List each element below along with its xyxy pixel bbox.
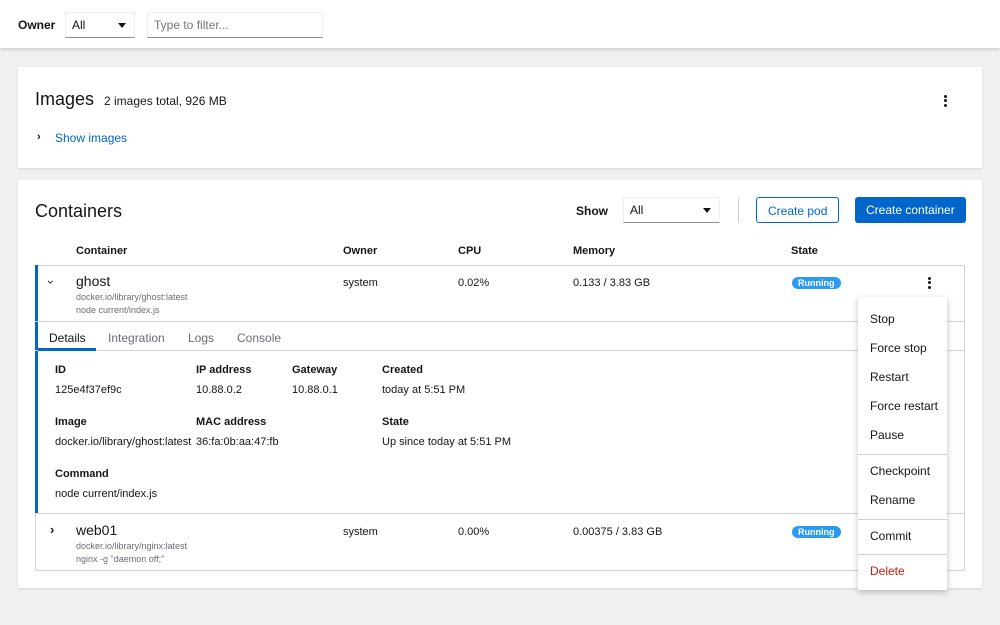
memory-cell: 0.133 / 3.83 GB (573, 277, 651, 289)
filter-input[interactable] (147, 12, 323, 38)
cpu-cell: 0.02% (458, 277, 490, 289)
tab-logs[interactable]: Logs (188, 331, 214, 345)
col-state: State (791, 245, 818, 257)
containers-title: Containers (35, 201, 123, 221)
command-label: Command (55, 468, 109, 480)
owner-select[interactable]: All (65, 12, 135, 38)
show-select[interactable]: All (623, 197, 720, 223)
owner-cell: system (343, 526, 378, 538)
menu-item-rename[interactable]: Rename (870, 493, 915, 507)
gateway-label: Gateway (292, 364, 338, 376)
menu-divider (858, 554, 947, 555)
show-images-link[interactable]: Show images (55, 131, 127, 145)
menu-item-force-restart[interactable]: Force restart (870, 399, 938, 413)
command-value: node current/index.js (55, 488, 158, 500)
container-command: nginx -g "daemon off;" (76, 554, 165, 564)
table-row[interactable]: › web01 docker.io/library/nginx:latest n… (35, 513, 965, 570)
show-label: Show (576, 204, 608, 218)
status-badge: Running (792, 526, 841, 538)
images-kebab-icon[interactable] (944, 93, 947, 108)
ip-label: IP address (196, 364, 252, 376)
owner-cell: system (343, 277, 378, 289)
menu-item-force-stop[interactable]: Force stop (870, 341, 927, 355)
create-container-button[interactable]: Create container (855, 197, 966, 223)
containers-card: Containers Show All Create pod Create co… (18, 180, 982, 588)
images-summary: 2 images total, 926 MB (104, 94, 227, 108)
state-value: Up since today at 5:51 PM (382, 436, 512, 448)
owner-label: Owner (18, 18, 56, 32)
detail-tabs: Details Integration Logs Console (35, 322, 965, 351)
tab-console[interactable]: Console (237, 331, 281, 345)
image-label: Image (55, 416, 87, 428)
container-actions-menu: Stop Force stop Restart Force restart Pa… (858, 297, 947, 590)
chevron-down-icon[interactable]: › (44, 280, 58, 284)
container-image: docker.io/library/nginx:latest (76, 541, 188, 551)
col-memory: Memory (573, 245, 616, 257)
container-name: web01 (76, 522, 118, 538)
memory-cell: 0.00375 / 3.83 GB (573, 526, 663, 538)
caret-down-icon (703, 208, 711, 213)
menu-divider (858, 519, 947, 520)
menu-item-checkpoint[interactable]: Checkpoint (870, 464, 930, 478)
menu-divider (858, 454, 947, 455)
create-pod-button[interactable]: Create pod (756, 197, 840, 223)
menu-item-restart[interactable]: Restart (870, 370, 909, 384)
menu-item-delete[interactable]: Delete (870, 564, 905, 578)
state-label: State (382, 416, 409, 428)
status-badge: Running (792, 277, 841, 289)
chevron-right-icon[interactable]: › (50, 522, 54, 537)
images-title: Images (35, 89, 95, 109)
owner-value: All (72, 18, 86, 32)
caret-down-icon (118, 23, 126, 28)
id-value: 125e4f37ef9c (55, 384, 122, 396)
gateway-value: 10.88.0.1 (292, 384, 338, 396)
menu-item-pause[interactable]: Pause (870, 428, 904, 442)
images-card: Images 2 images total, 926 MB › Show ima… (18, 67, 982, 168)
created-value: today at 5:51 PM (382, 384, 466, 396)
ip-value: 10.88.0.2 (196, 384, 242, 396)
tab-details[interactable]: Details (49, 331, 86, 345)
container-image: docker.io/library/ghost:latest (76, 292, 188, 302)
col-owner: Owner (343, 245, 378, 257)
kebab-icon[interactable] (928, 275, 931, 290)
col-cpu: CPU (458, 245, 482, 257)
menu-item-stop[interactable]: Stop (870, 312, 895, 326)
table-row[interactable]: › ghost docker.io/library/ghost:latest n… (35, 265, 965, 322)
chevron-right-icon[interactable]: › (37, 131, 41, 143)
col-container: Container (76, 245, 128, 257)
divider (738, 197, 739, 223)
id-label: ID (55, 364, 66, 376)
active-tab-indicator (38, 348, 96, 351)
container-name: ghost (76, 273, 111, 289)
tab-integration[interactable]: Integration (108, 331, 165, 345)
toolbar: Owner All (0, 0, 1000, 48)
menu-item-commit[interactable]: Commit (870, 529, 911, 543)
image-value: docker.io/library/ghost:latest (55, 436, 192, 448)
created-label: Created (382, 364, 423, 376)
mac-value: 36:fa:0b:aa:47:fb (196, 436, 279, 448)
container-command: node current/index.js (76, 305, 160, 315)
cpu-cell: 0.00% (458, 526, 490, 538)
mac-label: MAC address (196, 416, 267, 428)
show-value: All (630, 203, 644, 217)
